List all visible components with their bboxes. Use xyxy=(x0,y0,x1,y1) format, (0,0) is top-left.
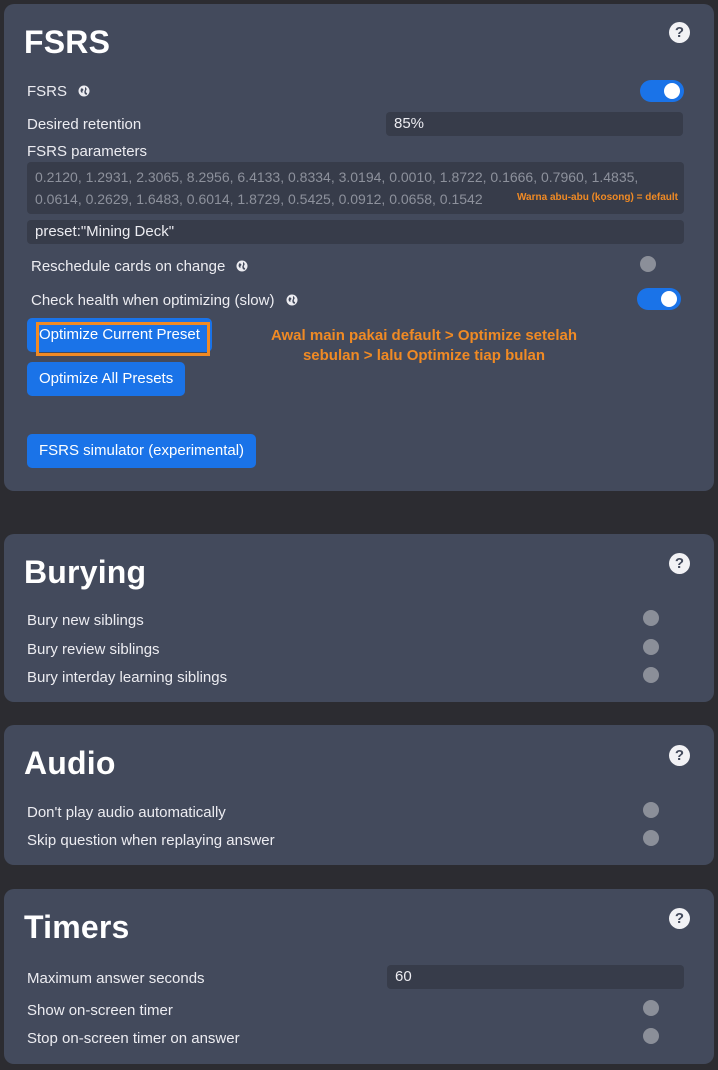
audio-section: Audio ? Don't play audio automatically S… xyxy=(4,725,714,865)
desired-retention-label: Desired retention xyxy=(27,116,142,133)
reschedule-toggle[interactable] xyxy=(640,256,656,272)
show-timer-label: Show on-screen timer xyxy=(27,1002,173,1019)
check-health-toggle[interactable] xyxy=(637,288,681,310)
bury-review-toggle[interactable] xyxy=(643,639,659,655)
timers-section-title: Timers xyxy=(24,909,130,945)
bury-review-label: Bury review siblings xyxy=(27,641,160,658)
reschedule-label: Reschedule cards on change xyxy=(31,258,248,275)
fsrs-section: FSRS ? FSRS Desired retention 85% FSRS p… xyxy=(4,4,714,491)
bury-interday-toggle[interactable] xyxy=(643,667,659,683)
preset-search-input[interactable]: preset:"Mining Deck" xyxy=(27,220,684,244)
check-health-label-text: Check health when optimizing (slow) xyxy=(31,292,275,309)
parameters-annotation: Warna abu-abu (kosong) = default xyxy=(516,192,678,203)
deck-options-page: FSRS ? FSRS Desired retention 85% FSRS p… xyxy=(0,0,718,1070)
optimize-annotation-line-1: Awal main pakai default > Optimize setel… xyxy=(270,327,578,344)
optimize-all-presets-button[interactable]: Optimize All Presets xyxy=(27,362,186,396)
bury-new-label: Bury new siblings xyxy=(27,612,144,629)
check-health-label: Check health when optimizing (slow) xyxy=(31,292,298,309)
optimize-annotation: Awal main pakai default > Optimize setel… xyxy=(256,326,592,366)
fsrs-parameters-textarea[interactable]: 0.2120, 1.2931, 2.3065, 8.2956, 6.4133, … xyxy=(27,162,684,214)
reschedule-label-text: Reschedule cards on change xyxy=(31,258,226,275)
bury-interday-label: Bury interday learning siblings xyxy=(27,669,228,686)
fsrs-toggle[interactable] xyxy=(640,80,684,102)
fsrs-toggle-label: FSRS xyxy=(27,83,90,100)
optimize-highlight-box xyxy=(36,322,210,356)
max-answer-seconds-label: Maximum answer seconds xyxy=(27,970,205,987)
show-timer-toggle[interactable] xyxy=(643,1000,659,1016)
globe-icon[interactable] xyxy=(78,85,90,97)
skip-question-label: Skip question when replaying answer xyxy=(27,832,275,849)
globe-icon[interactable] xyxy=(286,294,298,306)
desired-retention-input[interactable]: 85% xyxy=(386,112,683,136)
timers-help-icon[interactable]: ? xyxy=(669,908,690,929)
skip-question-toggle[interactable] xyxy=(643,830,659,846)
burying-section-title: Burying xyxy=(24,554,147,590)
fsrs-parameters-line-1: 0.2120, 1.2931, 2.3065, 8.2956, 6.4133, … xyxy=(35,169,639,185)
fsrs-help-icon[interactable]: ? xyxy=(669,22,690,43)
fsrs-toggle-label-text: FSRS xyxy=(27,83,68,100)
burying-section: Burying ? Bury new siblings Bury review … xyxy=(4,534,714,702)
timers-section: Timers ? Maximum answer seconds 60 Show … xyxy=(4,889,714,1064)
dont-play-audio-toggle[interactable] xyxy=(643,802,659,818)
fsrs-simulator-button[interactable]: FSRS simulator (experimental) xyxy=(27,434,257,468)
audio-help-icon[interactable]: ? xyxy=(669,745,690,766)
fsrs-section-title: FSRS xyxy=(24,24,111,60)
globe-icon[interactable] xyxy=(236,260,248,272)
fsrs-parameters-label: FSRS parameters xyxy=(27,143,148,160)
audio-section-title: Audio xyxy=(24,745,116,781)
max-answer-seconds-input[interactable]: 60 xyxy=(387,965,684,989)
stop-timer-toggle[interactable] xyxy=(643,1028,659,1044)
burying-help-icon[interactable]: ? xyxy=(669,553,690,574)
stop-timer-label: Stop on-screen timer on answer xyxy=(27,1030,240,1047)
dont-play-audio-label: Don't play audio automatically xyxy=(27,804,226,821)
bury-new-toggle[interactable] xyxy=(643,610,659,626)
optimize-annotation-line-2: sebulan > lalu Optimize tiap bulan xyxy=(302,347,546,364)
